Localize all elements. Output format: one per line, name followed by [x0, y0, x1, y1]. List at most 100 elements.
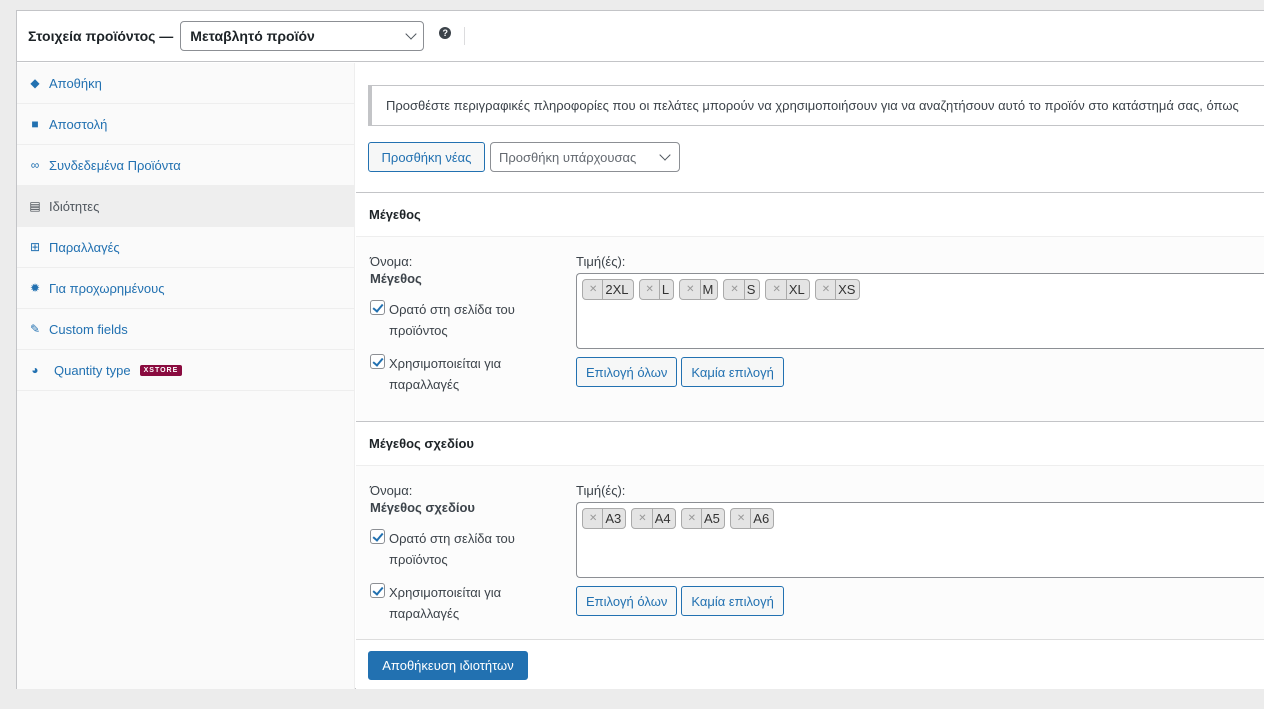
link-icon: ∞	[30, 158, 40, 172]
value-chip: ✕ L	[638, 279, 675, 300]
sidebar-item-label: Παραλλαγές	[49, 239, 120, 255]
select-all-button[interactable]: Επιλογή όλων	[576, 357, 678, 387]
remove-value-icon[interactable]: ✕	[731, 509, 752, 528]
value-chip-label: L	[661, 282, 670, 297]
variations-checkbox[interactable]	[370, 354, 385, 369]
attributes-panel: Προσθέστε περιγραφικές πληροφορίες που ο…	[356, 63, 1264, 689]
attribute-header[interactable]: Μέγεθος	[356, 193, 1264, 237]
variations-label: Χρησιμοποιείται για παραλλαγές	[389, 356, 502, 392]
sidebar-item-3[interactable]: ▤ Ιδιότητες	[17, 186, 354, 227]
value-chip: ✕ A3	[582, 508, 627, 529]
remove-value-icon[interactable]: ✕	[632, 509, 653, 528]
attribute-name: Μέγεθος	[370, 271, 422, 286]
sidebar-item-label: Συνδεδεμένα Προϊόντα	[49, 157, 181, 173]
values-multiselect[interactable]: ✕ 2XL ✕ L ✕ M ✕ S ✕ XL ✕ XS	[576, 273, 1264, 349]
value-chip: ✕ A6	[729, 508, 775, 529]
select-all-button[interactable]: Επιλογή όλων	[576, 586, 678, 616]
attribute-values-column: Τιμή(ές): ✕ 2XL ✕ L ✕ M ✕ S ✕ XL ✕ XS Επιλογή όλων Καμ…	[576, 253, 1264, 387]
value-chip: ✕ M	[679, 279, 719, 300]
sidebar-item-label: Custom fields	[49, 321, 128, 337]
name-label: Όνομα:	[370, 254, 413, 269]
attribute-section: Μέγεθος Όνομα: Μέγεθος Ορατό στη σελίδα του…	[356, 192, 1264, 421]
remove-value-icon[interactable]: ✕	[680, 280, 701, 299]
value-chip: ✕ 2XL	[582, 279, 634, 300]
value-chip-label: A6	[753, 511, 770, 526]
sidebar-item-label: Quantity type	[54, 362, 131, 378]
attribute-name-column: Όνομα: Μέγεθος Ορατό στη σελίδα του προϊόν…	[370, 253, 560, 395]
remove-value-icon[interactable]: ✕	[724, 280, 745, 299]
values-label: Τιμή(ές):	[576, 254, 626, 269]
product-data-tabs: ◆ Αποθήκη ■ Αποστολή ∞ Συνδεδεμένα Προϊόντα ▤ Ι…	[17, 63, 355, 689]
attribute-name-column: Όνομα: Μέγεθος σχεδίου Ορατό στη σελίδα το…	[370, 482, 560, 624]
panel-header: Στοιχεία προϊόντος — Μεταβλητό προϊόν ?	[17, 11, 1264, 62]
attribute-values-column: Τιμή(ές): ✕ A3 ✕ A4 ✕ A5 ✕ A6 Επιλογή όλων Καμία ε…	[576, 482, 1264, 616]
add-existing-attribute-select[interactable]: Προσθήκη υπάρχουσας	[490, 142, 680, 172]
value-chip: ✕ A5	[680, 508, 725, 529]
remove-value-icon[interactable]: ✕	[816, 280, 837, 299]
used-for-variations-row[interactable]: Χρησιμοποιείται για παραλλαγές	[370, 353, 560, 395]
sidebar-item-5[interactable]: ✹ Για προχωρημένους	[17, 268, 354, 309]
remove-value-icon[interactable]: ✕	[583, 280, 604, 299]
value-chip-label: M	[702, 282, 714, 297]
value-chip: ✕ XS	[814, 279, 861, 300]
attribute-body: Όνομα: Μέγεθος Ορατό στη σελίδα του προϊόν…	[356, 237, 1264, 421]
pie-chart-icon: ◕	[31, 363, 39, 377]
value-chip-label: S	[746, 282, 756, 297]
sidebar-item-7[interactable]: ◕ Quantity type XSTORE	[17, 350, 354, 391]
values-multiselect[interactable]: ✕ A3 ✕ A4 ✕ A5 ✕ A6	[576, 502, 1264, 578]
remove-value-icon[interactable]: ✕	[640, 280, 660, 299]
select-none-button[interactable]: Καμία επιλογή	[681, 586, 784, 616]
value-chip: ✕ XL	[765, 279, 810, 300]
sidebar-item-label: Για προχωρημένους	[49, 280, 165, 296]
add-new-attribute-button[interactable]: Προσθήκη νέας	[368, 142, 485, 172]
sidebar-item-4[interactable]: ⊞ Παραλλαγές	[17, 227, 354, 268]
value-chip: ✕ S	[723, 279, 761, 300]
visible-checkbox[interactable]	[370, 300, 385, 315]
attribute-body: Όνομα: Μέγεθος σχεδίου Ορατό στη σελίδα το…	[356, 466, 1264, 640]
attribute-header[interactable]: Μέγεθος σχεδίου	[356, 422, 1264, 466]
attribute-section: Μέγεθος σχεδίου Όνομα: Μέγεθος σχεδίου Ορατ…	[356, 421, 1264, 640]
variations-checkbox[interactable]	[370, 583, 385, 598]
values-label: Τιμή(ές):	[576, 483, 626, 498]
product-type-value: Μεταβλητό προϊόν	[190, 28, 315, 44]
sidebar-item-label: Ιδιότητες	[49, 198, 100, 214]
sidebar-item-6[interactable]: ✎ Custom fields	[17, 309, 354, 350]
value-chip-label: A4	[654, 511, 671, 526]
list-icon: ▤	[29, 199, 41, 213]
select-none-button[interactable]: Καμία επιλογή	[681, 357, 784, 387]
name-label: Όνομα:	[370, 483, 413, 498]
value-chip-label: 2XL	[605, 282, 629, 297]
sidebar-item-label: Αποστολή	[49, 116, 108, 132]
attribute-name: Μέγεθος σχεδίου	[370, 500, 475, 515]
sidebar-item-1[interactable]: ■ Αποστολή	[17, 104, 354, 145]
divider	[464, 27, 466, 45]
visible-checkbox[interactable]	[370, 529, 385, 544]
chevron-down-icon	[659, 149, 671, 161]
attribute-title: Μέγεθος	[369, 207, 421, 222]
add-existing-placeholder: Προσθήκη υπάρχουσας	[499, 149, 637, 165]
visible-label: Ορατό στη σελίδα του προϊόντος	[389, 302, 515, 338]
gear-icon: ✹	[29, 281, 41, 295]
product-data-panel: Στοιχεία προϊόντος — Μεταβλητό προϊόν ? …	[16, 10, 1264, 689]
remove-value-icon[interactable]: ✕	[682, 509, 702, 528]
sidebar-item-label: Αποθήκη	[49, 75, 102, 91]
question-circle-icon[interactable]: ?	[439, 27, 452, 39]
sidebar-item-2[interactable]: ∞ Συνδεδεμένα Προϊόντα	[17, 145, 354, 186]
remove-value-icon[interactable]: ✕	[766, 280, 787, 299]
used-for-variations-row[interactable]: Χρησιμοποιείται για παραλλαγές	[370, 582, 560, 624]
tag-icon: ◆	[30, 76, 40, 90]
visible-on-product-page-row[interactable]: Ορατό στη σελίδα του προϊόντος	[370, 299, 560, 341]
grid-icon: ⊞	[29, 240, 41, 254]
value-chip-label: A3	[605, 511, 622, 526]
save-attributes-button[interactable]: Αποθήκευση ιδιοτήτων	[368, 651, 528, 680]
product-type-select[interactable]: Μεταβλητό προϊόν	[180, 21, 425, 51]
panel-title: Στοιχεία προϊόντος —	[28, 28, 174, 44]
visible-on-product-page-row[interactable]: Ορατό στη σελίδα του προϊόντος	[370, 528, 560, 570]
sidebar-item-0[interactable]: ◆ Αποθήκη	[17, 63, 354, 104]
value-chip-label: A5	[703, 511, 720, 526]
wrench-icon: ✎	[29, 322, 41, 336]
attributes-footer: Αποθήκευση ιδιοτήτων	[356, 639, 1264, 689]
value-chip-label: XS	[838, 282, 856, 297]
truck-icon: ■	[31, 117, 39, 131]
remove-value-icon[interactable]: ✕	[583, 509, 604, 528]
